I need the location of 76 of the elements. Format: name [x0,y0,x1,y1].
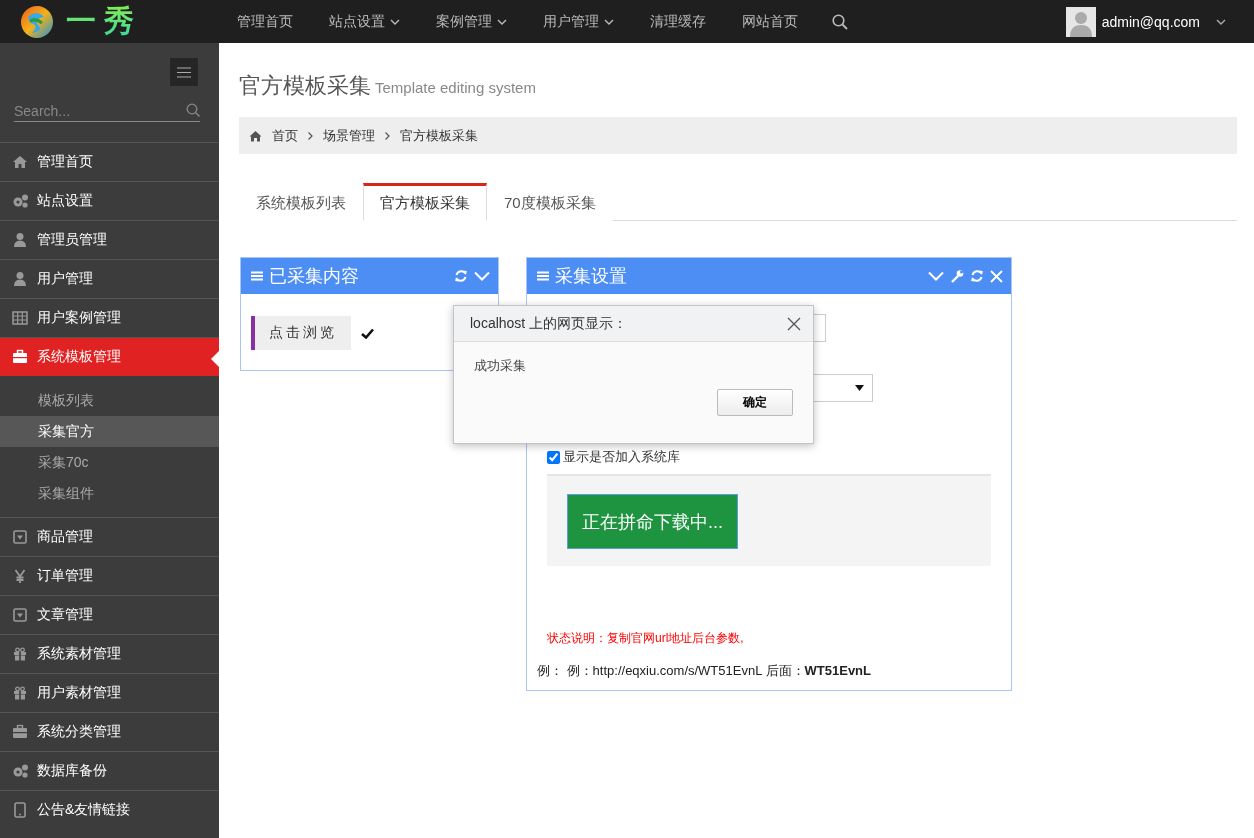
tablet-icon [12,802,28,818]
sidebar-item[interactable]: 文章管理 [0,595,219,634]
refresh-icon[interactable] [454,269,468,283]
submenu-item[interactable]: 采集官方 [0,416,219,447]
example-text: 例： 例：http://eqxiu.com/s/WT51EvnL 后面：WT51EvnL [537,662,872,680]
chevron-right-icon [308,131,313,140]
dialog-message: 成功采集 [473,357,527,375]
gift-icon [12,646,28,662]
search-field[interactable]: Search... [14,100,200,122]
nav-link[interactable]: 用户管理 [525,12,632,31]
menu-icon [537,270,549,282]
checkbox[interactable] [547,450,560,464]
logo-icon[interactable] [20,4,54,39]
sidebar-item[interactable]: 订单管理 [0,556,219,595]
wrench-icon[interactable] [950,269,964,283]
panel-title: 采集设置 [555,265,628,288]
active-pointer [211,351,219,367]
submenu-item[interactable]: 模板列表 [0,385,219,416]
user-menu[interactable]: admin@qq.com [1065,6,1226,37]
tab[interactable]: 官方模板采集 [363,183,487,221]
checkbox-label: 显示是否加入系统库 [563,448,680,466]
sidebar-item[interactable]: 商品管理 [0,517,219,556]
sidebar-toggle[interactable] [170,58,198,86]
user-icon [12,232,28,248]
sidebar-item[interactable]: 用户素材管理 [0,673,219,712]
menu-icon [251,270,263,282]
nav-link[interactable]: 管理首页 [219,12,311,31]
table-icon [12,310,28,326]
chevron-down-icon [1216,18,1226,25]
nav-link[interactable]: 案例管理 [418,12,525,31]
nav-link[interactable]: 站点设置 [311,12,418,31]
page-title: 官方模板采集 [239,72,371,100]
nav-link[interactable]: 清理缓存 [632,12,724,31]
ok-button[interactable]: 确定 [717,389,793,416]
nav-link[interactable]: 网站首页 [724,12,816,31]
home-icon [12,154,28,170]
briefcase-icon [12,724,28,740]
menu-icon [177,66,191,78]
download-button[interactable]: 正在拼命下载中... [567,494,738,549]
sidebar-item[interactable]: 数据库备份 [0,751,219,790]
submenu-item[interactable]: 采集组件 [0,478,219,509]
home-icon [249,129,262,142]
status-note: 状态说明：复制官网url地址后台参数, [547,630,745,647]
sidebar-item[interactable]: 用户管理 [0,259,219,298]
sidebar-item[interactable]: 系统分类管理 [0,712,219,751]
caret-square-icon [12,529,28,545]
avatar-icon [1065,6,1096,37]
gift-icon [12,685,28,701]
caret-down-icon [855,385,864,391]
caret-square-icon [12,607,28,623]
close-icon[interactable] [787,316,801,331]
submenu-item[interactable]: 采集70c [0,447,219,478]
gears-icon [12,763,28,779]
breadcrumb-link[interactable]: 官方模板采集 [400,126,478,145]
breadcrumb-link[interactable]: 首页 [272,126,298,145]
sidebar-item[interactable]: 系统素材管理 [0,634,219,673]
search-icon[interactable] [832,13,848,30]
sidebar-item[interactable]: 公告&友情链接 [0,790,219,829]
user-icon [12,271,28,287]
chevron-down-icon[interactable] [474,271,490,281]
yen-icon [12,568,28,584]
page-subtitle: Template editing system [375,79,536,96]
chevron-right-icon [385,131,390,140]
chevron-down-icon[interactable] [928,271,944,281]
breadcrumb-link[interactable]: 场景管理 [323,126,375,145]
browse-button[interactable]: 点击浏览 [251,316,351,350]
user-name: admin@qq.com [1101,13,1200,30]
panel-title: 已采集内容 [269,265,360,288]
sidebar-item[interactable]: 系统模板管理 [0,337,219,376]
dialog-title: localhost 上的网页显示： [470,314,629,333]
refresh-icon[interactable] [970,269,984,283]
sidebar-item[interactable]: 管理员管理 [0,220,219,259]
sidebar-item[interactable]: 管理首页 [0,142,219,181]
briefcase-icon [12,349,28,365]
sidebar-item[interactable]: 站点设置 [0,181,219,220]
gears-icon [12,193,28,209]
